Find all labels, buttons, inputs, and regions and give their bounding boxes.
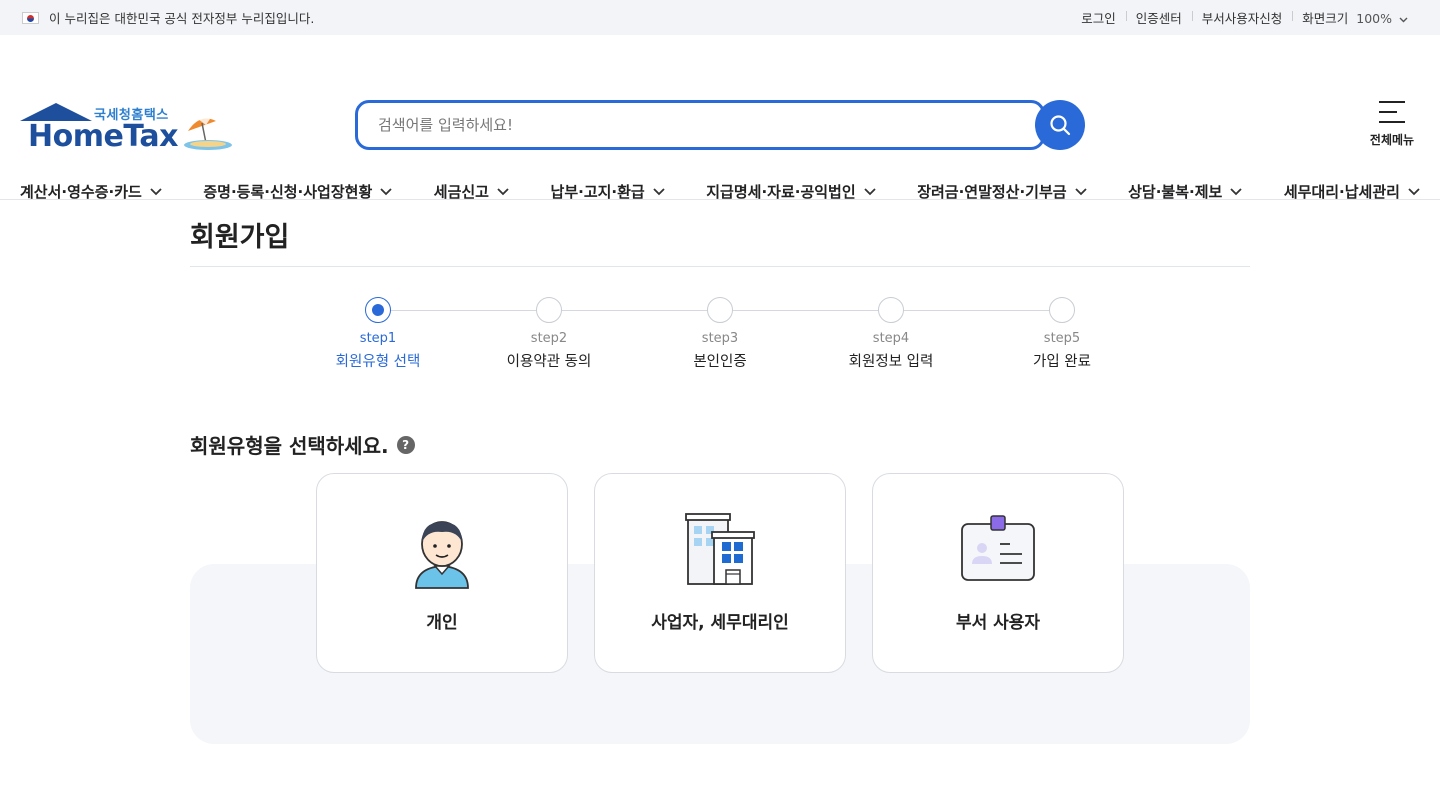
- member-type-heading: 회원유형을 선택하세요. ?: [190, 430, 1250, 459]
- notice-group: 이 누리집은 대한민국 공식 전자정부 누리집입니다.: [22, 8, 314, 27]
- search-input[interactable]: [378, 116, 1042, 134]
- zoom-control[interactable]: 화면크기 100%: [1292, 8, 1418, 27]
- step-2: step2 이용약관 동의: [479, 297, 619, 371]
- step-label: 가입 완료: [1033, 354, 1091, 370]
- step-dot: [536, 297, 562, 323]
- search-icon: [1050, 115, 1071, 136]
- step-num: step3: [701, 331, 739, 346]
- step-num: step5: [1043, 331, 1081, 346]
- step-dot: [878, 297, 904, 323]
- nav-item-agent[interactable]: 세무대리·납세관리: [1284, 181, 1420, 202]
- building-icon: [685, 513, 755, 585]
- chevron-down-icon: [380, 187, 392, 195]
- hometax-logo[interactable]: 국세청홈택스 HomeTax: [20, 103, 235, 154]
- nav-label: 증명·등록·신청·사업장현황: [203, 183, 373, 201]
- search-button[interactable]: [1035, 100, 1085, 150]
- step-1: step1 회원유형 선택: [308, 297, 448, 371]
- nav-item-statement[interactable]: 지급명세·자료·공익법인: [706, 181, 876, 202]
- nav-item-incentive[interactable]: 장려금·연말정산·기부금: [917, 181, 1087, 202]
- all-menu-button[interactable]: 전체메뉴: [1364, 101, 1420, 148]
- hamburger-icon: [1379, 101, 1405, 123]
- step-num: step4: [872, 331, 910, 346]
- step-label: 본인인증: [693, 354, 747, 370]
- signup-stepper: step1 회원유형 선택 step2 이용약관 동의 step3 본인인증 s…: [190, 267, 1250, 397]
- card-label: 사업자, 세무대리인: [651, 613, 789, 633]
- step-num: step2: [530, 331, 568, 346]
- chevron-down-icon: [1399, 17, 1408, 23]
- utility-links: 로그인 인증센터 부서사용자신청 화면크기 100%: [1071, 8, 1418, 27]
- card-label: 개인: [426, 613, 458, 633]
- beach-umbrella-icon: [184, 116, 232, 150]
- step-3: step3 본인인증: [650, 297, 790, 371]
- gov-notice-text: 이 누리집은 대한민국 공식 전자정부 누리집입니다.: [49, 11, 315, 26]
- nav-item-certificate[interactable]: 증명·등록·신청·사업장현황: [203, 181, 392, 202]
- site-header: 국세청홈택스 HomeTax 전체메뉴 계산서·영수증·카드 증명·등록·신청·…: [0, 35, 1440, 202]
- step-label: 회원유형 선택: [335, 354, 421, 370]
- step-dot: [1049, 297, 1075, 323]
- nav-item-invoice[interactable]: 계산서·영수증·카드: [20, 181, 162, 202]
- chevron-down-icon: [864, 187, 876, 195]
- page-title: 회원가입: [190, 201, 1250, 267]
- member-type-cards: 개인 사업자, 세무대리인 부서 사용자: [316, 473, 1124, 673]
- chevron-down-icon: [1230, 187, 1242, 195]
- zoom-value: 100%: [1356, 11, 1393, 26]
- member-type-individual-card[interactable]: 개인: [316, 473, 568, 673]
- nav-item-tax-filing[interactable]: 세금신고: [434, 181, 509, 202]
- card-label: 부서 사용자: [955, 613, 1041, 633]
- chevron-down-icon: [497, 187, 509, 195]
- help-icon[interactable]: ?: [396, 435, 415, 454]
- search-box: [355, 100, 1045, 150]
- korea-flag-icon: [22, 11, 39, 24]
- top-notice-bar: 이 누리집은 대한민국 공식 전자정부 누리집입니다. 로그인 인증센터 부서사…: [0, 0, 1440, 35]
- all-menu-label: 전체메뉴: [1369, 133, 1415, 147]
- chevron-down-icon: [653, 187, 665, 195]
- step-dot: [365, 297, 391, 323]
- logo-title: HomeTax: [28, 119, 179, 154]
- chevron-down-icon: [150, 187, 162, 195]
- cert-center-link[interactable]: 인증센터: [1125, 8, 1192, 27]
- nav-label: 세무대리·납세관리: [1283, 183, 1400, 201]
- signup-content: 회원가입 step1 회원유형 선택 step2 이용약관 동의 step3 본…: [190, 201, 1250, 744]
- person-icon: [415, 521, 469, 589]
- step-dot: [707, 297, 733, 323]
- dept-user-apply-link[interactable]: 부서사용자신청: [1191, 8, 1293, 27]
- nav-label: 장려금·연말정산·기부금: [917, 183, 1067, 201]
- step-label: 회원정보 입력: [848, 354, 934, 370]
- chevron-down-icon: [1074, 187, 1087, 195]
- nav-label: 계산서·영수증·카드: [20, 183, 142, 201]
- step-num: step1: [359, 331, 397, 346]
- chevron-down-icon: [1408, 187, 1420, 195]
- nav-label: 납부·고지·환급: [550, 183, 645, 201]
- zoom-label: 화면크기: [1302, 11, 1349, 26]
- nav-label: 상담·불복·제보: [1128, 183, 1223, 201]
- nav-label: 지급명세·자료·공익법인: [706, 183, 856, 201]
- step-4: step4 회원정보 입력: [821, 297, 961, 371]
- member-type-dept-user-card[interactable]: 부서 사용자: [872, 473, 1124, 673]
- login-link[interactable]: 로그인: [1071, 8, 1126, 27]
- main-nav: 계산서·영수증·카드 증명·등록·신청·사업장현황 세금신고 납부·고지·환급 …: [0, 181, 1440, 202]
- member-type-heading-text: 회원유형을 선택하세요.: [190, 434, 389, 458]
- step-label: 이용약관 동의: [506, 354, 592, 370]
- nav-item-payment[interactable]: 납부·고지·환급: [551, 181, 665, 202]
- step-5: step5 가입 완료: [992, 297, 1132, 371]
- nav-item-consulting[interactable]: 상담·불복·제보: [1128, 181, 1242, 202]
- nav-label: 세금신고: [433, 183, 489, 201]
- member-type-business-card[interactable]: 사업자, 세무대리인: [594, 473, 846, 673]
- id-card-icon: [961, 515, 1035, 581]
